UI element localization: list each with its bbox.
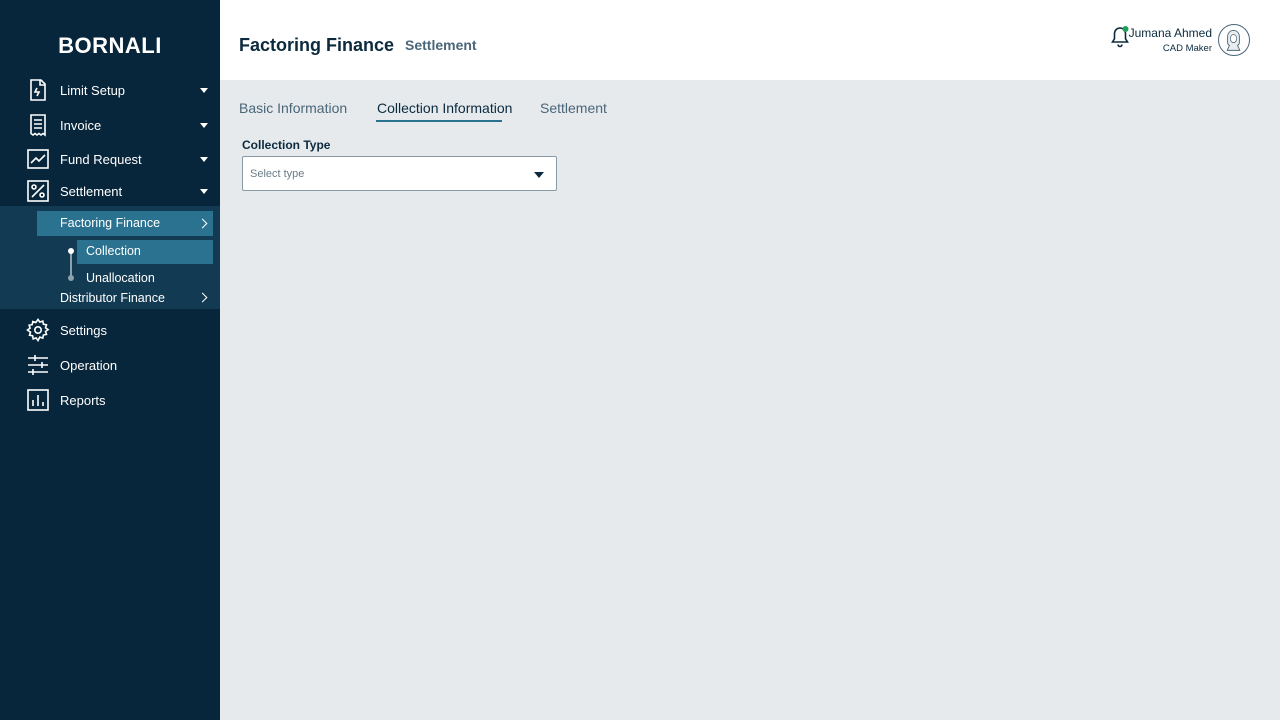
sidebar-item-settlement[interactable]: Settlement <box>0 174 220 208</box>
user-name: Jumana Ahmed <box>1128 26 1212 40</box>
sidebar: BORNALI Limit Setup Invoice Fund Request… <box>0 0 220 720</box>
sidebar-item-label: Fund Request <box>60 151 142 167</box>
chevron-down-icon <box>200 122 208 128</box>
page-subtitle: Settlement <box>405 37 477 53</box>
sidebar-item-fund-request[interactable]: Fund Request <box>0 142 220 176</box>
document-icon <box>26 78 50 102</box>
sidebar-item-unallocation[interactable]: Unallocation <box>86 271 155 285</box>
sidebar-item-label: Reports <box>60 392 106 408</box>
sidebar-item-label: Collection <box>86 244 141 258</box>
page-title: Factoring Finance <box>239 35 395 55</box>
chevron-down-icon <box>200 156 208 162</box>
tab-collection-information[interactable]: Collection Information <box>377 100 512 116</box>
trend-chart-icon <box>26 147 50 171</box>
collection-type-label: Collection Type <box>242 138 331 152</box>
gear-icon <box>26 318 50 342</box>
sidebar-item-label: Operation <box>60 357 118 373</box>
sidebar-item-reports[interactable]: Reports <box>0 383 220 417</box>
chevron-down-icon <box>200 188 208 194</box>
sidebar-item-invoice[interactable]: Invoice <box>0 108 220 142</box>
sidebar-item-label: Settings <box>60 322 107 338</box>
bar-chart-icon <box>26 388 50 412</box>
tab-basic-information[interactable]: Basic Information <box>239 100 347 116</box>
chevron-down-icon <box>200 87 208 93</box>
sidebar-item-label: Distributor Finance <box>60 291 165 305</box>
top-header: Factoring Finance Settlement Jumana Ahme… <box>220 0 1280 80</box>
sliders-icon <box>26 353 50 377</box>
notification-dot <box>1122 26 1129 32</box>
brand-logo: BORNALI <box>58 33 162 58</box>
sidebar-item-settings[interactable]: Settings <box>0 313 220 347</box>
collection-type-select[interactable]: Select type <box>242 156 557 191</box>
active-tab-indicator <box>376 120 502 122</box>
percent-icon <box>26 179 50 203</box>
sidebar-item-label: Limit Setup <box>60 82 126 98</box>
chevron-down-icon <box>534 172 544 178</box>
sidebar-item-limit-setup[interactable]: Limit Setup <box>0 73 220 107</box>
sidebar-item-label: Settlement <box>60 183 123 199</box>
select-placeholder: Select type <box>250 168 305 180</box>
tab-settlement[interactable]: Settlement <box>540 100 607 116</box>
sidebar-item-collection[interactable]: Collection <box>77 240 213 264</box>
chevron-right-icon <box>197 218 208 229</box>
avatar[interactable] <box>1218 24 1250 56</box>
sidebar-item-factoring-finance[interactable]: Factoring Finance <box>37 211 213 236</box>
sidebar-item-label: Factoring Finance <box>60 216 161 230</box>
tree-dot <box>68 275 74 281</box>
sidebar-item-operation[interactable]: Operation <box>0 348 220 382</box>
user-role: CAD Maker <box>1162 43 1212 54</box>
sidebar-item-label: Invoice <box>60 117 102 133</box>
receipt-icon <box>26 113 50 137</box>
tree-dot-active <box>68 248 74 254</box>
chevron-right-icon <box>197 292 208 303</box>
sidebar-item-distributor-finance[interactable]: Distributor Finance <box>0 289 220 307</box>
